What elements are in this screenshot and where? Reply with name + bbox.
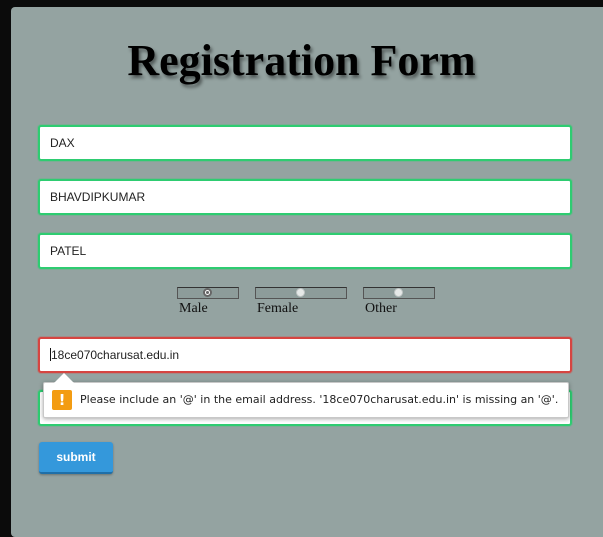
submit-button[interactable]: submit: [39, 442, 113, 474]
radio-female[interactable]: [296, 288, 305, 297]
radio-label-male: Male: [179, 301, 208, 316]
middle-name-field[interactable]: BHAVDIPKUMAR: [38, 179, 572, 215]
page-title: Registration Form: [127, 36, 476, 85]
validation-tooltip: ! Please include an '@' in the email add…: [43, 382, 569, 418]
last-name-field[interactable]: PATEL: [38, 233, 572, 269]
first-name-field[interactable]: DAX: [38, 125, 572, 161]
radio-other[interactable]: [394, 288, 403, 297]
email-field[interactable]: 18ce070charusat.edu.in: [38, 337, 572, 373]
radio-label-other: Other: [365, 301, 397, 316]
validation-message: Please include an '@' in the email addre…: [80, 393, 559, 406]
radio-label-female: Female: [257, 301, 299, 316]
warning-icon: !: [52, 390, 72, 410]
radio-male-checked[interactable]: [203, 288, 212, 297]
email-value: 18ce070charusat.edu.in: [51, 348, 180, 362]
tooltip-arrow: [54, 373, 74, 383]
